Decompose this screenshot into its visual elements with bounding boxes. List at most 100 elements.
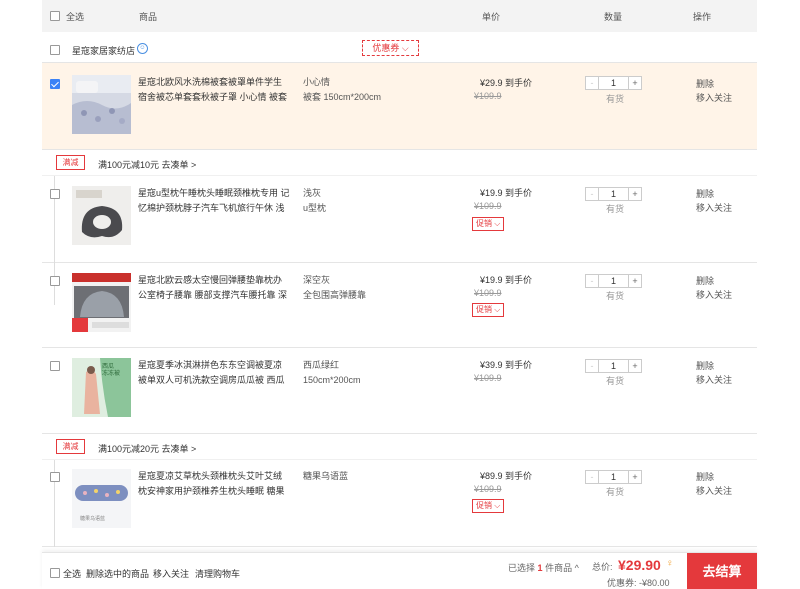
cart-header: 全选 商品 单价 数量 操作 [42, 0, 757, 32]
product-title[interactable]: 星寇北欧风水洗棉被套被罩单件学生宿舍被芯单套套秋被子罩 小心情 被套 [138, 75, 290, 105]
delete-link[interactable]: 删除 [696, 77, 714, 90]
product-title[interactable]: 星寇夏季冰淇淋拼色东东空调被夏凉被单双人可机洗款空调房瓜瓜被 西瓜绿 [138, 358, 290, 388]
product-title[interactable]: 星寇夏凉艾草枕头颈椎枕头艾叶艾绒枕安神家用护颈椎养生枕头睡眠 糖果乌 [138, 469, 290, 499]
clear-cart-link[interactable]: 清理购物车 [195, 567, 240, 580]
item-checkbox[interactable] [50, 276, 60, 286]
spec-line-1: 小心情 [303, 77, 331, 87]
tip-icon[interactable]: ♀ [666, 558, 674, 569]
qty-input[interactable]: 1 [599, 275, 628, 287]
move-to-favorites-link[interactable]: 移入关注 [696, 91, 732, 104]
spec-line-2: 被套 150cm*200cm [303, 92, 382, 102]
checkout-button[interactable]: 去结算 [687, 553, 757, 589]
shop-checkbox[interactable] [50, 45, 60, 55]
current-price: ¥19.9 到手价 [480, 275, 533, 285]
qty-plus-button[interactable]: + [628, 188, 641, 200]
promo-dropdown[interactable]: 促销 ⌵ [472, 217, 505, 231]
stock-status: 有货 [606, 94, 625, 104]
product-title[interactable]: 星寇北欧云感太空慢回弹腰垫靠枕办公室椅子腰靠 腰部支撑汽车腰托靠 深空 [138, 273, 290, 303]
move-to-favorites-link[interactable]: 移入关注 [153, 567, 189, 580]
qty-minus-button[interactable]: - [586, 188, 599, 200]
quantity-stepper: - 1 + [585, 187, 642, 201]
product-thumbnail[interactable] [72, 273, 131, 332]
promo-text[interactable]: 满100元减10元 去凑单 > [98, 158, 196, 171]
promo-tag: 满减 [56, 439, 85, 454]
footer-select-all-label[interactable]: 全选 [63, 567, 81, 580]
promo-row: 满减 满100元减10元 去凑单 > [42, 150, 757, 176]
qty-plus-button[interactable]: + [628, 77, 641, 89]
product-spec: 浅灰 u型枕 [303, 186, 423, 216]
selected-count[interactable]: 已选择 1 件商品 ^ [508, 561, 579, 574]
promo-dropdown[interactable]: 促销 ⌵ [472, 303, 505, 317]
select-all-checkbox[interactable] [50, 11, 60, 21]
move-to-favorites-link[interactable]: 移入关注 [696, 484, 732, 497]
product-thumbnail[interactable]: 西瓜 冻冻被 [72, 358, 131, 417]
original-price: ¥109.9 [474, 288, 502, 298]
delete-link[interactable]: 删除 [696, 359, 714, 372]
item-checkbox[interactable] [50, 361, 60, 371]
qty-minus-button[interactable]: - [586, 360, 599, 372]
item-checkbox[interactable] [50, 189, 60, 199]
chat-icon[interactable]: ☺ [137, 43, 148, 54]
stock-status: 有货 [606, 204, 625, 214]
move-to-favorites-link[interactable]: 移入关注 [696, 288, 732, 301]
stock-status: 有货 [606, 487, 625, 497]
delete-link[interactable]: 删除 [696, 470, 714, 483]
delete-selected-link[interactable]: 删除选中的商品 [86, 567, 149, 580]
qty-input[interactable]: 1 [599, 188, 628, 200]
spec-line-2: 150cm*200cm [303, 375, 361, 385]
spec-line-2: u型枕 [303, 203, 327, 213]
product-thumbnail[interactable]: 糖果乌语蓝 [72, 469, 131, 528]
product-thumbnail[interactable] [72, 186, 131, 245]
delete-link[interactable]: 删除 [696, 187, 714, 200]
spec-line-1: 糖果乌语蓝 [303, 471, 349, 481]
selected-count-prefix: 已选择 [508, 563, 536, 573]
qty-plus-button[interactable]: + [628, 275, 641, 287]
shop-name[interactable]: 星寇家居家纺店 [72, 44, 135, 57]
stock-status: 有货 [606, 291, 625, 301]
spec-line-1: 深空灰 [303, 275, 331, 285]
original-price: ¥109.9 [474, 201, 502, 211]
spec-line-1: 西瓜绿红 [303, 360, 340, 370]
promo-text[interactable]: 满100元减20元 去凑单 > [98, 442, 196, 455]
coupon-button[interactable]: 优惠券 ⌵ [362, 40, 419, 56]
qty-input[interactable]: 1 [599, 471, 628, 483]
product-title[interactable]: 星寇u型枕午睡枕头睡眠颈椎枕专用 记忆棉护颈枕脖子汽车飞机旅行午休 浅 [138, 186, 290, 216]
product-spec: 西瓜绿红 150cm*200cm [303, 358, 423, 388]
move-to-favorites-link[interactable]: 移入关注 [696, 201, 732, 214]
quantity-stepper: - 1 + [585, 359, 642, 373]
item-checkbox[interactable] [50, 472, 60, 482]
qty-minus-button[interactable]: - [586, 77, 599, 89]
goods-column-header: 商品 [139, 11, 158, 22]
move-to-favorites-link[interactable]: 移入关注 [696, 373, 732, 386]
delete-link[interactable]: 删除 [696, 274, 714, 287]
promo-row: 满减 满100元减20元 去凑单 > [42, 434, 757, 460]
total-price: ¥29.90 [618, 557, 661, 573]
qty-plus-button[interactable]: + [628, 471, 641, 483]
ops-column-header: 操作 [693, 11, 712, 22]
item-checkbox[interactable] [50, 79, 60, 89]
qty-plus-button[interactable]: + [628, 360, 641, 372]
stock-status: 有货 [606, 376, 625, 386]
cart-item: 星寇北欧云感太空慢回弹腰垫靠枕办公室椅子腰靠 腰部支撑汽车腰托靠 深空 深空灰 … [42, 263, 757, 348]
spec-line-2: 全包围高弹腰靠 [303, 290, 367, 300]
qty-minus-button[interactable]: - [586, 471, 599, 483]
cart-panel: 全选 商品 单价 数量 操作 星寇家居家纺店 ☺ 优惠券 ⌵ 星寇北欧风水洗棉被… [42, 0, 757, 547]
product-spec: 小心情 被套 150cm*200cm [303, 75, 423, 105]
promo-tag: 满减 [56, 155, 85, 170]
total-label: 总价: [592, 562, 613, 572]
selected-count-suffix: 件商品 ^ [545, 563, 579, 573]
cart-item: 糖果乌语蓝 星寇夏凉艾草枕头颈椎枕头艾叶艾绒枕安神家用护颈椎养生枕头睡眠 糖果乌… [42, 460, 757, 547]
select-all-label: 全选 [66, 11, 85, 22]
original-price: ¥109.9 [474, 373, 502, 383]
cart-footer-bar: 全选 删除选中的商品 移入关注 清理购物车 已选择 1 件商品 ^ 总价: ¥2… [42, 552, 757, 589]
qty-input[interactable]: 1 [599, 77, 628, 89]
current-price: ¥29.9 到手价 [480, 78, 533, 88]
current-price: ¥39.9 到手价 [480, 360, 533, 370]
promo-dropdown[interactable]: 促销 ⌵ [472, 499, 505, 513]
footer-select-all-checkbox[interactable] [50, 568, 60, 578]
shop-row: 星寇家居家纺店 ☺ 优惠券 ⌵ [42, 32, 757, 62]
quantity-stepper: - 1 + [585, 470, 642, 484]
qty-minus-button[interactable]: - [586, 275, 599, 287]
qty-input[interactable]: 1 [599, 360, 628, 372]
product-thumbnail[interactable] [72, 75, 131, 134]
